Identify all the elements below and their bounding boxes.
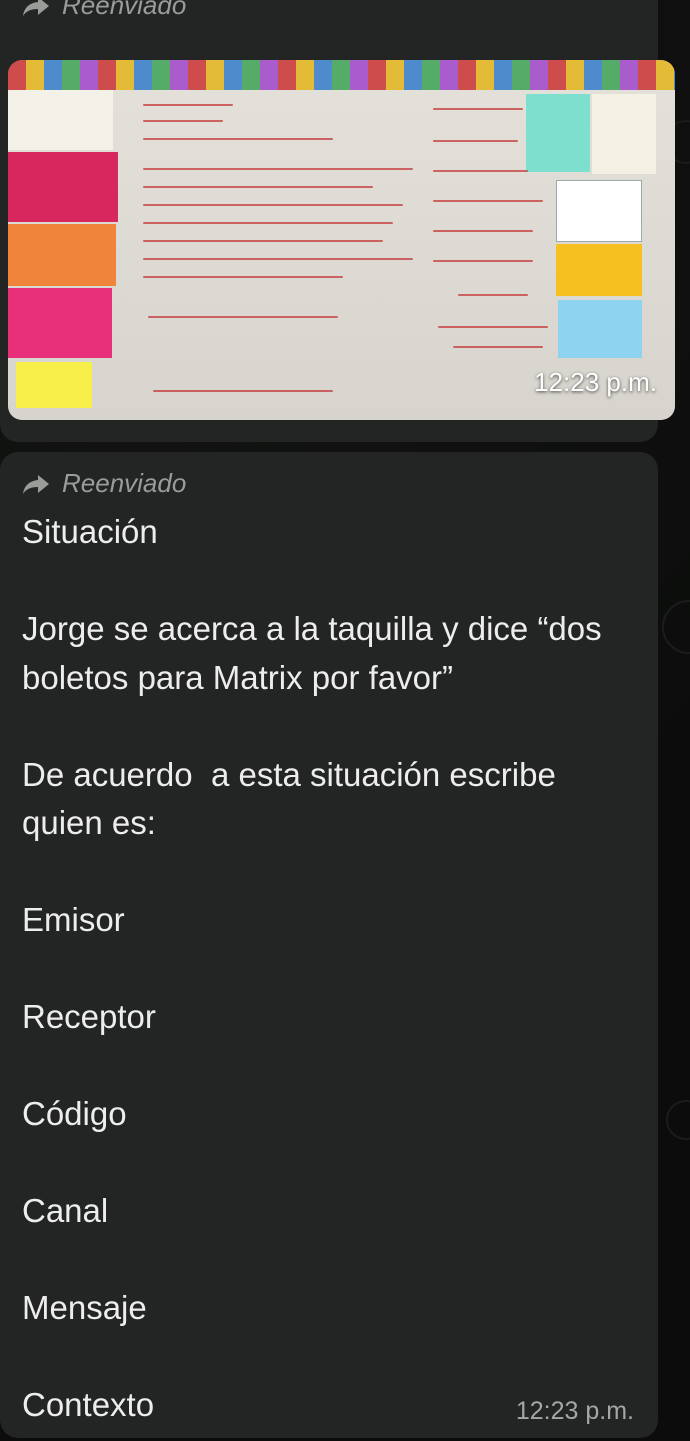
- poster-heading: [8, 90, 113, 150]
- message-photo[interactable]: 12:23 p.m.: [8, 60, 675, 420]
- poster-teal: [526, 94, 590, 172]
- poster-sign: [556, 180, 642, 242]
- poster-list: [592, 94, 656, 174]
- poster-orange: [8, 224, 116, 286]
- forwarded-label: Reenviado: [62, 0, 187, 20]
- wallpaper-doodle: [662, 600, 690, 654]
- message-timestamp: 12:23 p.m.: [515, 1397, 634, 1425]
- poster-magenta: [8, 288, 112, 358]
- forwarded-label: Reenviado: [62, 468, 187, 498]
- wallpaper-doodle: [666, 1100, 690, 1140]
- forward-arrow-icon: [23, 474, 49, 494]
- forward-arrow-icon: [23, 0, 49, 16]
- forwarded-indicator: Reenviado: [22, 0, 186, 21]
- message-bubble-text[interactable]: Reenviado Situación Jorge se acerca a la…: [0, 452, 658, 1438]
- poster-pink: [8, 152, 118, 222]
- poster-gold: [556, 244, 642, 296]
- message-bubble-photo[interactable]: Reenviado 12:23 p.m.: [0, 0, 675, 442]
- poster-blue: [558, 300, 642, 358]
- forwarded-indicator: Reenviado: [22, 468, 186, 499]
- message-text: Situación Jorge se acerca a la taquilla …: [22, 513, 602, 1423]
- photo-timestamp: 12:23 p.m.: [534, 367, 657, 397]
- poster-yellow: [16, 362, 92, 408]
